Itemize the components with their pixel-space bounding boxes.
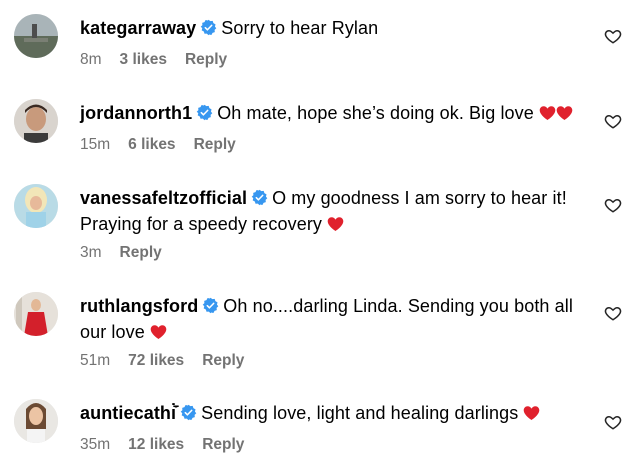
red-heart-emoji-icon [539, 106, 556, 121]
verified-badge-icon [251, 189, 268, 206]
avatar[interactable] [14, 99, 58, 143]
red-heart-emoji-icon [150, 325, 167, 340]
timestamp: 3m [80, 244, 102, 261]
comment-meta: 51m 72 likes Reply [80, 352, 244, 370]
timestamp: 51m [80, 352, 111, 369]
reply-button[interactable]: Reply [185, 51, 227, 69]
timestamp: 15m [80, 136, 111, 153]
likes-count[interactable]: 12 likes [128, 436, 184, 454]
comments-list: kategarraway Sorry to hear Rylan 8m 3 lik… [0, 0, 634, 468]
comment-meta: 15m 6 likes Reply [80, 136, 236, 154]
comment-body: Sending love, light and healing darlings [201, 403, 519, 423]
comment-meta: 3m Reply [80, 244, 162, 262]
comment-text-line: jordannorth1 Oh mate, hope she’s doing ok… [80, 100, 590, 126]
verified-badge-icon [203, 297, 219, 314]
comment-body: Oh mate, hope she’s doing ok. Big love [217, 103, 534, 123]
avatar[interactable] [14, 184, 58, 228]
comment-text-line: kategarraway Sorry to hear Rylan [80, 15, 590, 41]
like-heart-icon[interactable] [604, 413, 622, 431]
comment-text-line: auntiecathı̇̄̇ Sending love, light and he… [80, 400, 590, 426]
reply-button[interactable]: Reply [194, 136, 236, 154]
username[interactable]: kategarraway [80, 18, 196, 38]
red-heart-emoji-icon [524, 406, 540, 421]
verified-badge-icon [196, 104, 213, 121]
username[interactable]: ruthlangsford [80, 296, 198, 316]
likes-count[interactable]: 72 likes [128, 352, 184, 370]
username[interactable]: auntiecathı̇̄̇ [80, 403, 176, 423]
avatar[interactable] [14, 292, 58, 336]
reply-button[interactable]: Reply [120, 244, 162, 262]
like-heart-icon[interactable] [604, 304, 622, 322]
comment-text-line: ruthlangsford Oh no....darling Linda. Sen… [80, 293, 590, 345]
reply-button[interactable]: Reply [202, 436, 244, 454]
red-heart-emoji-icon [327, 217, 344, 232]
like-heart-icon[interactable] [604, 112, 622, 130]
comment-text-line: vanessafeltzofficial O my goodness I am s… [80, 185, 590, 237]
timestamp: 35m [80, 436, 111, 453]
username[interactable]: vanessafeltzofficial [80, 188, 247, 208]
comment-body: Sorry to hear Rylan [221, 18, 379, 38]
red-heart-emoji-icon [556, 106, 573, 121]
likes-count[interactable]: 6 likes [128, 136, 175, 154]
comment-meta: 8m 3 likes Reply [80, 51, 227, 69]
username[interactable]: jordannorth1 [80, 103, 192, 123]
likes-count[interactable]: 3 likes [120, 51, 167, 69]
like-heart-icon[interactable] [604, 196, 622, 214]
comment-meta: 35m 12 likes Reply [80, 436, 244, 454]
like-heart-icon[interactable] [604, 27, 622, 45]
avatar[interactable] [14, 399, 58, 443]
avatar[interactable] [14, 14, 58, 58]
verified-badge-icon [180, 404, 197, 421]
verified-badge-icon [200, 19, 217, 36]
timestamp: 8m [80, 51, 102, 68]
reply-button[interactable]: Reply [202, 352, 244, 370]
